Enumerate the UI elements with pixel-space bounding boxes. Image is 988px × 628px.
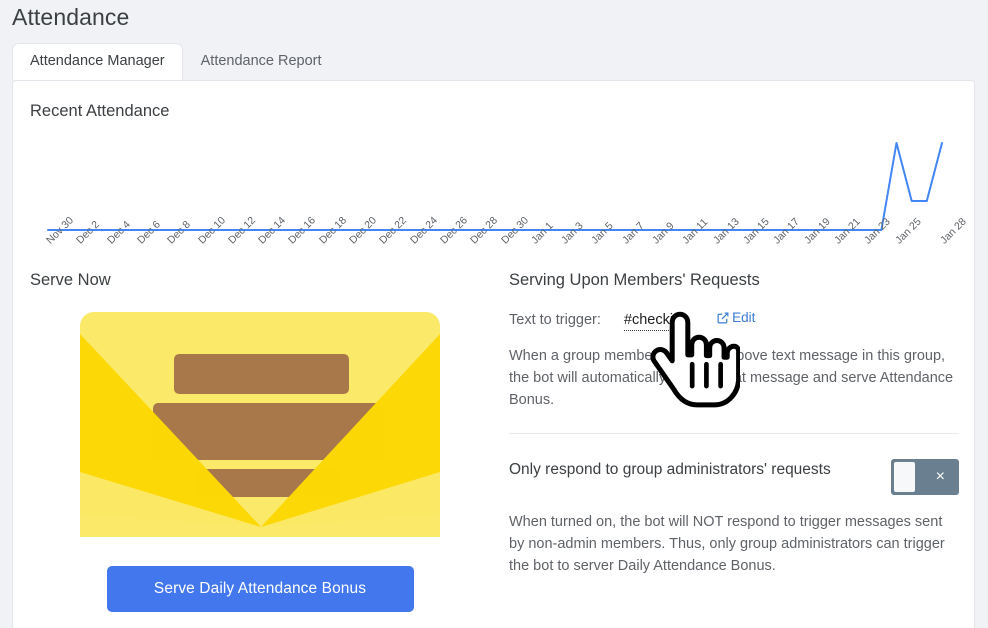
chart-title: Recent Attendance [30, 102, 170, 120]
serving-requests-heading: Serving Upon Members' Requests [509, 271, 760, 289]
serve-daily-attendance-bonus-button[interactable]: Serve Daily Attendance Bonus [106, 566, 414, 612]
tab-bar: Attendance Manager Attendance Report [12, 43, 340, 80]
serve-now-panel: Serve Now Serve Daily Attendance Bonus [30, 271, 490, 612]
page-title: Attendance [12, 4, 130, 30]
serving-requests-panel: Serving Upon Members' Requests Text to t… [509, 271, 959, 577]
attendance-page: Attendance Attendance Manager Attendance… [0, 0, 988, 628]
edit-trigger-link[interactable]: Edit [717, 310, 755, 325]
admin-only-toggle-title: Only respond to group administrators' re… [509, 460, 831, 478]
serving-requests-description: When a group member sends the above text… [509, 347, 954, 408]
section-divider [509, 432, 959, 434]
chart-svg [47, 142, 943, 231]
trigger-row: Text to trigger: #checkin Edit [509, 310, 959, 331]
serve-now-heading: Serve Now [30, 271, 111, 289]
recent-attendance-chart: Nov 30 Dec 2 Dec 4 Dec 6 Dec 8 Dec 10 Dec 12 De… [30, 129, 969, 274]
admin-only-toggle-description: When turned on, the bot will NOT respond… [509, 513, 945, 574]
toggle-knob [894, 461, 915, 492]
tab-attendance-report[interactable]: Attendance Report [183, 43, 340, 80]
attendance-card: Recent Attendance Nov 30 Dec 2 Dec 4 Dec 6D… [12, 80, 975, 628]
envelope-icon [80, 312, 440, 537]
trigger-label: Text to trigger: [509, 311, 601, 328]
tab-attendance-manager[interactable]: Attendance Manager [12, 43, 183, 80]
edit-link-label: Edit [732, 310, 756, 325]
admin-only-toggle-block: Only respond to group administrators' re… [509, 455, 959, 495]
external-link-edit-icon [717, 312, 729, 324]
envelope-illustration [80, 312, 440, 537]
trigger-value[interactable]: #checkin [623, 312, 682, 331]
admin-only-toggle-switch[interactable]: × [891, 458, 959, 495]
toggle-off-icon: × [935, 467, 945, 485]
